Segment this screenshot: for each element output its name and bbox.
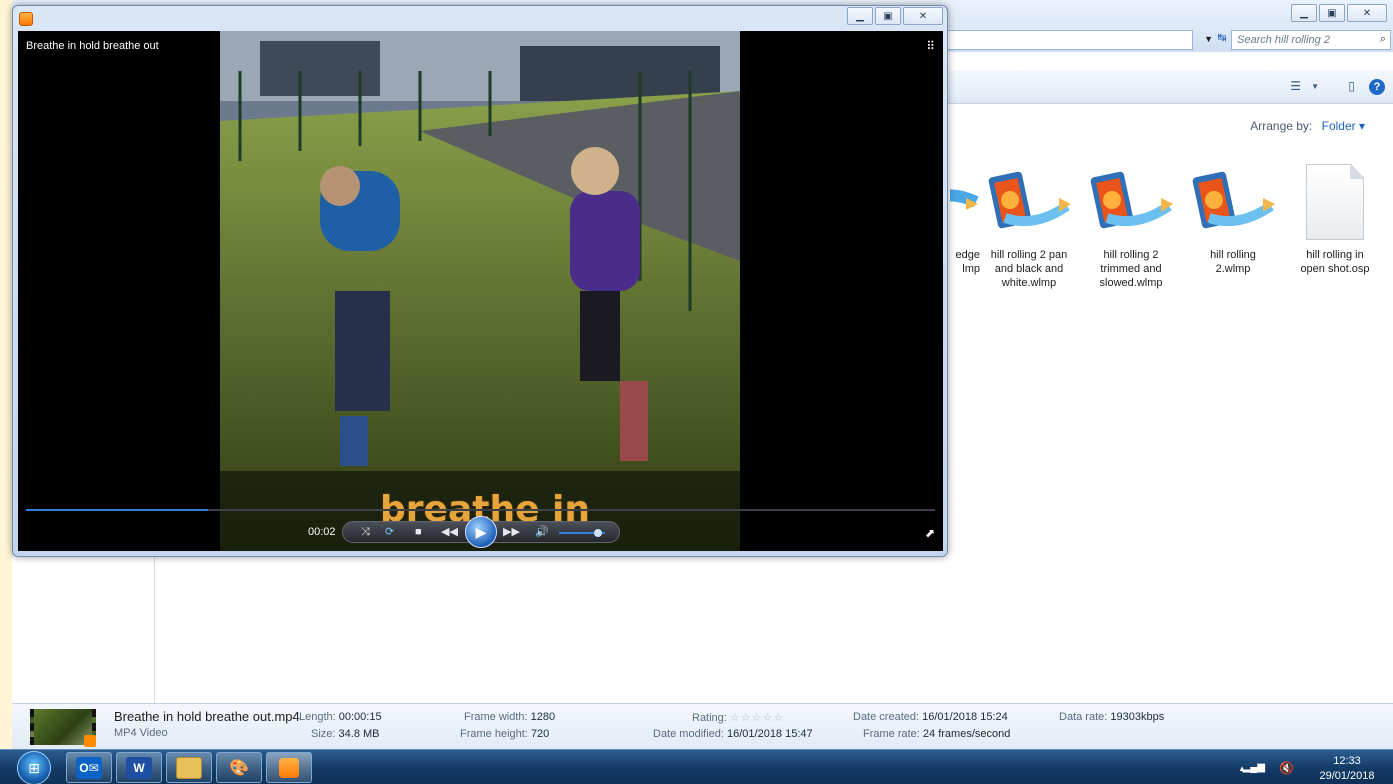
volume-icon[interactable]: 🔇 xyxy=(1279,761,1294,775)
details-file-name: Breathe in hold breathe out.mp4 xyxy=(114,709,300,724)
player-close-button[interactable]: ✕ xyxy=(903,7,943,25)
file-label-line3: slowed.wlmp xyxy=(1099,277,1163,289)
details-size: Size: 34.8 MB xyxy=(311,728,380,740)
address-dropdown-icon[interactable]: ▼ xyxy=(1204,34,1213,44)
close-button[interactable]: ✕ xyxy=(1347,4,1387,22)
play-button[interactable]: ▶ xyxy=(465,516,497,548)
clock-date[interactable]: 29/01/2018 xyxy=(1317,770,1377,782)
fullscreen-icon[interactable]: ⬈ xyxy=(925,526,935,540)
volume-slider[interactable] xyxy=(559,529,605,537)
file-label-line1: hill rolling 2 pan xyxy=(990,249,1068,261)
start-button[interactable]: ⊞ xyxy=(17,751,51,784)
taskbar-paint-button[interactable]: 🎨 xyxy=(216,752,262,783)
file-label-line2: trimmed and xyxy=(1100,263,1162,275)
player-caption-buttons: ▁ ▣ ✕ xyxy=(845,7,943,25)
details-length: Length: 00:00:15 xyxy=(299,711,382,723)
file-item[interactable]: hill rolling in open shot.osp xyxy=(1285,162,1385,276)
taskbar-outlook-button[interactable]: O✉ xyxy=(66,752,112,783)
minimize-button[interactable]: ▁ xyxy=(1291,4,1317,22)
elapsed-time: 00:02 xyxy=(308,526,336,538)
details-frame-height: Frame height: 720 xyxy=(460,728,550,740)
file-label-line2: open shot.osp xyxy=(1300,263,1370,275)
taskbar-explorer-button[interactable] xyxy=(166,752,212,783)
media-player-badge-icon xyxy=(84,735,96,747)
maximize-button[interactable]: ▣ xyxy=(1319,4,1345,22)
taskbar-media-player-button[interactable] xyxy=(266,752,312,783)
outlook-icon: O✉ xyxy=(76,756,102,779)
file-item[interactable]: hill rolling 2 trimmed and slowed.wlmp xyxy=(1081,162,1181,290)
refresh-icon[interactable]: ↹ xyxy=(1214,31,1230,47)
arrange-by-label: Arrange by: xyxy=(1250,119,1313,133)
wlmp-icon xyxy=(985,162,1073,244)
seek-progress xyxy=(26,509,208,511)
search-placeholder: Search hill rolling 2 xyxy=(1237,34,1330,46)
file-label-line1: hill rolling 2 xyxy=(1103,249,1159,261)
details-date-modified: Date modified: 16/01/2018 15:47 xyxy=(653,728,813,740)
video-frame xyxy=(220,31,740,551)
switch-to-library-icon[interactable]: ⠿ xyxy=(926,39,935,53)
view-dropdown-icon[interactable]: ▼ xyxy=(1311,82,1319,91)
word-icon: W xyxy=(126,756,152,779)
next-button[interactable]: ▶▶ xyxy=(503,525,520,539)
stop-button[interactable]: ■ xyxy=(415,525,422,539)
playback-controls: ⤨ ⟳ ■ ◀◀ ▶ ▶▶ 🔊 xyxy=(342,516,620,548)
previous-button[interactable]: ◀◀ xyxy=(441,525,458,539)
system-tray: ▲ ▂▄▆ 🔇 12:33 29/01/2018 xyxy=(1219,753,1379,783)
mute-icon[interactable]: 🔊 xyxy=(535,525,549,539)
file-label-line2: 2.wlmp xyxy=(1215,263,1251,275)
wlmp-icon xyxy=(1087,162,1175,244)
volume-knob[interactable] xyxy=(594,529,603,537)
details-frame-width: Frame width: 1280 xyxy=(464,711,556,723)
arrange-by-dropdown[interactable]: Folder ▾ xyxy=(1322,119,1365,133)
details-data-rate: Data rate: 19303kbps xyxy=(1059,711,1165,723)
video-scene xyxy=(220,31,740,551)
media-player-icon xyxy=(279,757,299,778)
document-icon xyxy=(1306,164,1364,240)
details-file-type: MP4 Video xyxy=(114,727,168,739)
explorer-caption-buttons: ▁ ▣ ✕ xyxy=(1289,4,1387,22)
video-area[interactable]: Breathe in hold breathe out ⠿ breathe in… xyxy=(18,31,943,551)
media-player-app-icon xyxy=(19,12,33,26)
search-icon[interactable]: ⌕ xyxy=(1380,33,1386,46)
video-title: Breathe in hold breathe out xyxy=(26,40,159,52)
network-signal-icon[interactable]: ▂▄▆ xyxy=(1243,762,1265,773)
player-minimize-button[interactable]: ▁ xyxy=(847,7,873,25)
seek-bar[interactable] xyxy=(26,509,935,511)
details-rating[interactable]: Rating: ☆☆☆☆☆ xyxy=(692,711,784,724)
file-item[interactable]: hill rolling 2.wlmp xyxy=(1183,162,1283,276)
search-input[interactable]: Search hill rolling 2 ⌕ xyxy=(1231,30,1391,50)
help-icon[interactable]: ? xyxy=(1369,79,1385,95)
details-frame-rate: Frame rate: 24 frames/second xyxy=(863,728,1011,740)
rating-stars-icon[interactable]: ☆☆☆☆☆ xyxy=(730,712,784,724)
preview-pane-icon[interactable]: ▯ xyxy=(1348,79,1355,93)
wlmp-icon xyxy=(950,162,980,244)
details-date-created: Date created: 16/01/2018 15:24 xyxy=(853,711,1008,723)
file-label-line1: hill rolling in xyxy=(1306,249,1364,261)
file-label-line3: white.wlmp xyxy=(1001,277,1057,289)
shuffle-icon[interactable]: ⤨ xyxy=(361,525,370,539)
media-player-window: ▁ ▣ ✕ Breathe in hold breathe out ⠿ brea… xyxy=(12,5,948,557)
clock-time[interactable]: 12:33 xyxy=(1317,755,1377,767)
taskbar-word-button[interactable]: W xyxy=(116,752,162,783)
file-label-line1: hill rolling xyxy=(1210,249,1256,261)
video-thumbnail xyxy=(30,709,96,747)
view-options-icon[interactable]: ☰ xyxy=(1290,79,1301,93)
wlmp-icon xyxy=(1189,162,1277,244)
file-item[interactable]: hill rolling 2 pan and black and white.w… xyxy=(979,162,1079,290)
player-maximize-button[interactable]: ▣ xyxy=(875,7,901,25)
details-pane: Breathe in hold breathe out.mp4 MP4 Vide… xyxy=(12,703,1393,749)
file-label-line2: and black and xyxy=(994,263,1064,275)
arrange-by: Arrange by: Folder ▾ xyxy=(1250,119,1365,133)
folder-icon xyxy=(176,756,202,779)
taskbar: ⊞ O✉ W 🎨 ▲ ▂▄▆ 🔇 12:33 29/01/2018 xyxy=(0,749,1393,784)
repeat-icon[interactable]: ⟳ xyxy=(385,525,394,539)
paint-palette-icon: 🎨 xyxy=(229,759,249,777)
